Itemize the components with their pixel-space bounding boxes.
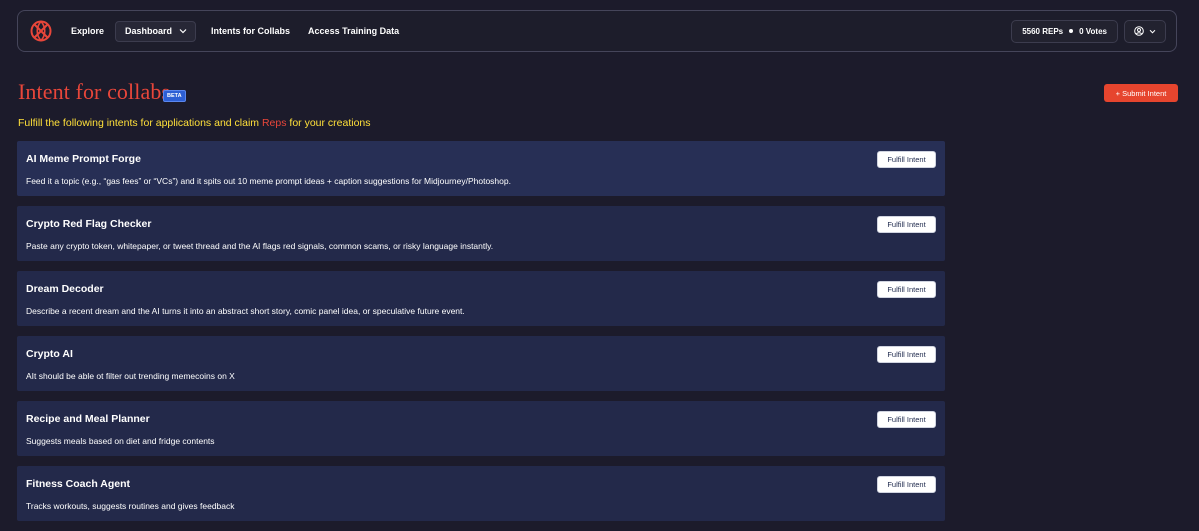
- beta-badge: BETA: [163, 90, 186, 102]
- subtitle-reps-highlight: Reps: [261, 117, 287, 129]
- fulfill-intent-button[interactable]: Fulfill Intent: [877, 216, 936, 233]
- fulfill-intent-button[interactable]: Fulfill Intent: [877, 281, 936, 298]
- page-subtitle: Fulfill the following intents for applic…: [18, 117, 371, 129]
- nav-dashboard-label: Dashboard: [125, 26, 173, 36]
- fulfill-intent-button[interactable]: Fulfill Intent: [877, 151, 936, 168]
- reps-count: 5560 REPs: [1022, 26, 1064, 36]
- intent-description: AIt should be able ot filter out trendin…: [26, 371, 235, 381]
- nav-dashboard-dropdown[interactable]: Dashboard: [115, 20, 197, 42]
- intent-title: AI Meme Prompt Forge: [26, 153, 141, 165]
- intent-description: Tracks workouts, suggests routines and g…: [26, 501, 235, 511]
- intent-description: Describe a recent dream and the AI turns…: [26, 306, 465, 316]
- logo-icon: [30, 20, 52, 42]
- fulfill-intent-button[interactable]: Fulfill Intent: [877, 411, 936, 428]
- top-navbar: Explore Dashboard Intents for Collabs Ac…: [17, 10, 1177, 52]
- votes-count: 0 Votes: [1079, 26, 1107, 36]
- intent-card: AI Meme Prompt Forge Feed it a topic (e.…: [17, 141, 945, 196]
- submit-intent-button[interactable]: + Submit Intent: [1104, 84, 1178, 102]
- intent-card: Crypto Red Flag Checker Paste any crypto…: [17, 206, 945, 261]
- page-title: Intent for collabs: [18, 79, 171, 104]
- intent-title: Crypto AI: [26, 348, 73, 360]
- intent-card: Recipe and Meal Planner Suggests meals b…: [17, 401, 945, 456]
- fulfill-intent-button[interactable]: Fulfill Intent: [877, 476, 936, 493]
- app-logo[interactable]: [28, 18, 54, 44]
- chevron-down-icon: [179, 29, 187, 34]
- user-icon: [1134, 26, 1144, 36]
- intent-description: Paste any crypto token, whitepaper, or t…: [26, 241, 494, 251]
- user-menu-button[interactable]: [1124, 19, 1166, 43]
- intent-description: Feed it a topic (e.g., “gas fees” or “VC…: [26, 176, 511, 186]
- separator-dot: [1069, 29, 1074, 33]
- subtitle-text-end: for your creations: [286, 117, 371, 129]
- intent-list: AI Meme Prompt Forge Feed it a topic (e.…: [17, 141, 945, 531]
- intent-description: Suggests meals based on diet and fridge …: [26, 436, 215, 446]
- intent-title: Dream Decoder: [26, 283, 104, 295]
- reps-votes-display: 5560 REPs 0 Votes: [1011, 19, 1118, 43]
- intent-title: Crypto Red Flag Checker: [26, 218, 152, 230]
- chevron-down-icon: [1149, 29, 1156, 33]
- intent-card: Fitness Coach Agent Tracks workouts, sug…: [17, 466, 945, 521]
- nav-explore[interactable]: Explore: [71, 26, 104, 36]
- subtitle-text-start: Fulfill the following intents for applic…: [18, 117, 262, 129]
- fulfill-intent-button[interactable]: Fulfill Intent: [877, 346, 936, 363]
- intent-card: Dream Decoder Describe a recent dream an…: [17, 271, 945, 326]
- intent-card: Crypto AI AIt should be able ot filter o…: [17, 336, 945, 391]
- nav-right-group: 5560 REPs 0 Votes: [1011, 19, 1166, 43]
- nav-access-training-data[interactable]: Access Training Data: [308, 26, 399, 36]
- intent-title: Recipe and Meal Planner: [26, 413, 150, 425]
- nav-intents-for-collabs[interactable]: Intents for Collabs: [211, 26, 290, 36]
- intent-title: Fitness Coach Agent: [26, 478, 131, 490]
